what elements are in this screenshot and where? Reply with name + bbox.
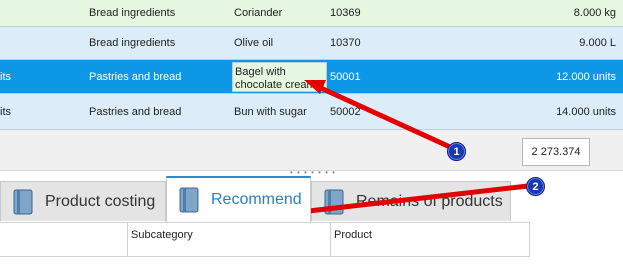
category-cell: Bread ingredients	[89, 7, 176, 19]
unit-cell: its	[0, 105, 11, 118]
unit-cell: its	[0, 70, 11, 83]
tab-label: Product costing	[45, 192, 156, 210]
total-sum: 2 273.374	[522, 138, 590, 166]
unit-cell	[0, 0, 80, 26]
category-cell: Pastries and bread	[89, 70, 182, 83]
subgrid-header: Subcategory Product	[0, 222, 530, 257]
column-header[interactable]	[0, 223, 128, 256]
table-row[interactable]: its Pastries and bread Bun with sugar 50…	[0, 94, 623, 130]
quantity-cell: 14.000 units	[556, 105, 616, 118]
column-header-product[interactable]: Product	[331, 223, 529, 256]
quantity-cell: 8.000 kg	[573, 7, 616, 19]
tab-label: Remains of products	[356, 192, 503, 210]
unit-cell	[0, 27, 80, 59]
products-grid: Bread ingredients Coriander 10369 8.000 …	[0, 0, 623, 130]
code-cell: 50002	[330, 105, 361, 118]
column-header-subcategory[interactable]: Subcategory	[128, 223, 331, 256]
table-row[interactable]: Bread ingredients Olive oil 10370 9.000 …	[0, 27, 623, 60]
code-cell: 50001	[330, 70, 361, 83]
grid-footer: 2 273.374	[0, 130, 623, 171]
product-cell: Bun with sugar	[234, 105, 307, 118]
callout-badge-2: 2	[526, 177, 545, 196]
product-cell: Olive oil	[234, 37, 274, 49]
category-cell: Bread ingredients	[89, 37, 176, 49]
code-cell: 10370	[330, 37, 361, 49]
quantity-cell: 12.000 units	[556, 70, 616, 83]
splitter-handle[interactable]: • • • • • • •	[283, 169, 343, 177]
table-row[interactable]: Bread ingredients Coriander 10369 8.000 …	[0, 0, 623, 27]
quantity-cell: 9.000 L	[579, 37, 616, 49]
tab-recommend[interactable]: Recommend	[166, 176, 311, 222]
callout-badge-1: 1	[447, 142, 466, 161]
book-icon	[179, 187, 199, 213]
product-cell-focused[interactable]: Bagel with chocolate cream	[232, 62, 327, 92]
tab-remains-of-products[interactable]: Remains of products	[311, 181, 511, 221]
product-cell: Coriander	[234, 7, 283, 19]
code-cell: 10369	[330, 7, 361, 19]
book-icon	[13, 189, 33, 215]
category-cell: Pastries and bread	[89, 105, 182, 118]
tab-product-costing[interactable]: Product costing	[0, 181, 166, 221]
book-icon	[324, 189, 344, 215]
tab-label: Recommend	[211, 191, 302, 208]
